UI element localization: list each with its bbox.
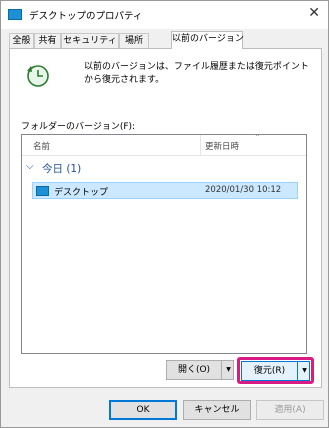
sort-caret-icon: ^ — [255, 134, 261, 141]
folder-icon — [36, 186, 49, 196]
folder-icon — [8, 9, 22, 20]
list-header: 名前 ^ 更新日時 — [22, 134, 306, 156]
dropdown-arrow-icon[interactable]: ▼ — [221, 361, 235, 379]
column-modified[interactable]: 更新日時 — [205, 140, 239, 152]
tab-security[interactable]: セキュリティ — [61, 33, 119, 48]
tab-location[interactable]: 場所 — [119, 33, 149, 48]
column-name[interactable]: 名前 — [33, 140, 50, 152]
folder-versions-label: フォルダーのバージョン(F): — [21, 122, 136, 132]
properties-window: デスクトップのプロパティ ✕ 全般 共有 セキュリティ 場所 以前のバージョン … — [0, 0, 329, 428]
item-name: デスクトップ — [54, 188, 109, 198]
close-icon[interactable]: ✕ — [308, 6, 320, 20]
cancel-button[interactable]: キャンセル — [183, 400, 251, 420]
versions-list[interactable]: 名前 ^ 更新日時 ⌵ 今日 (1) デスクトップ 2020/01/30 10:… — [21, 134, 307, 354]
description-text: 以前のバージョンは、ファイル履歴または復元ポイントから復元されます。 — [84, 62, 309, 85]
tab-general[interactable]: 全般 — [9, 33, 34, 48]
apply-button[interactable]: 適用(A) — [256, 400, 324, 420]
clock-restore-icon — [27, 65, 49, 87]
column-divider[interactable] — [200, 135, 201, 155]
chevron-down-icon[interactable]: ⌵ — [26, 161, 34, 172]
window-title: デスクトップのプロパティ — [29, 11, 143, 22]
item-modified: 2020/01/30 10:12 — [205, 185, 282, 195]
open-split-button[interactable]: 開く(O) ▼ — [166, 360, 234, 380]
title-bar[interactable]: デスクトップのプロパティ ✕ — [1, 1, 328, 29]
group-title: 今日 (1) — [42, 163, 82, 175]
list-item[interactable]: デスクトップ 2020/01/30 10:12 — [32, 182, 298, 199]
tab-previous-versions[interactable]: 以前のバージョン — [171, 31, 244, 49]
open-button-label[interactable]: 開く(O) — [167, 361, 221, 379]
ok-button[interactable]: OK — [109, 400, 177, 420]
previous-versions-panel: 以前のバージョンは、ファイル履歴または復元ポイントから復元されます。 フォルダー… — [9, 48, 322, 388]
tab-sharing[interactable]: 共有 — [34, 33, 61, 48]
restore-highlight-box — [237, 357, 314, 384]
